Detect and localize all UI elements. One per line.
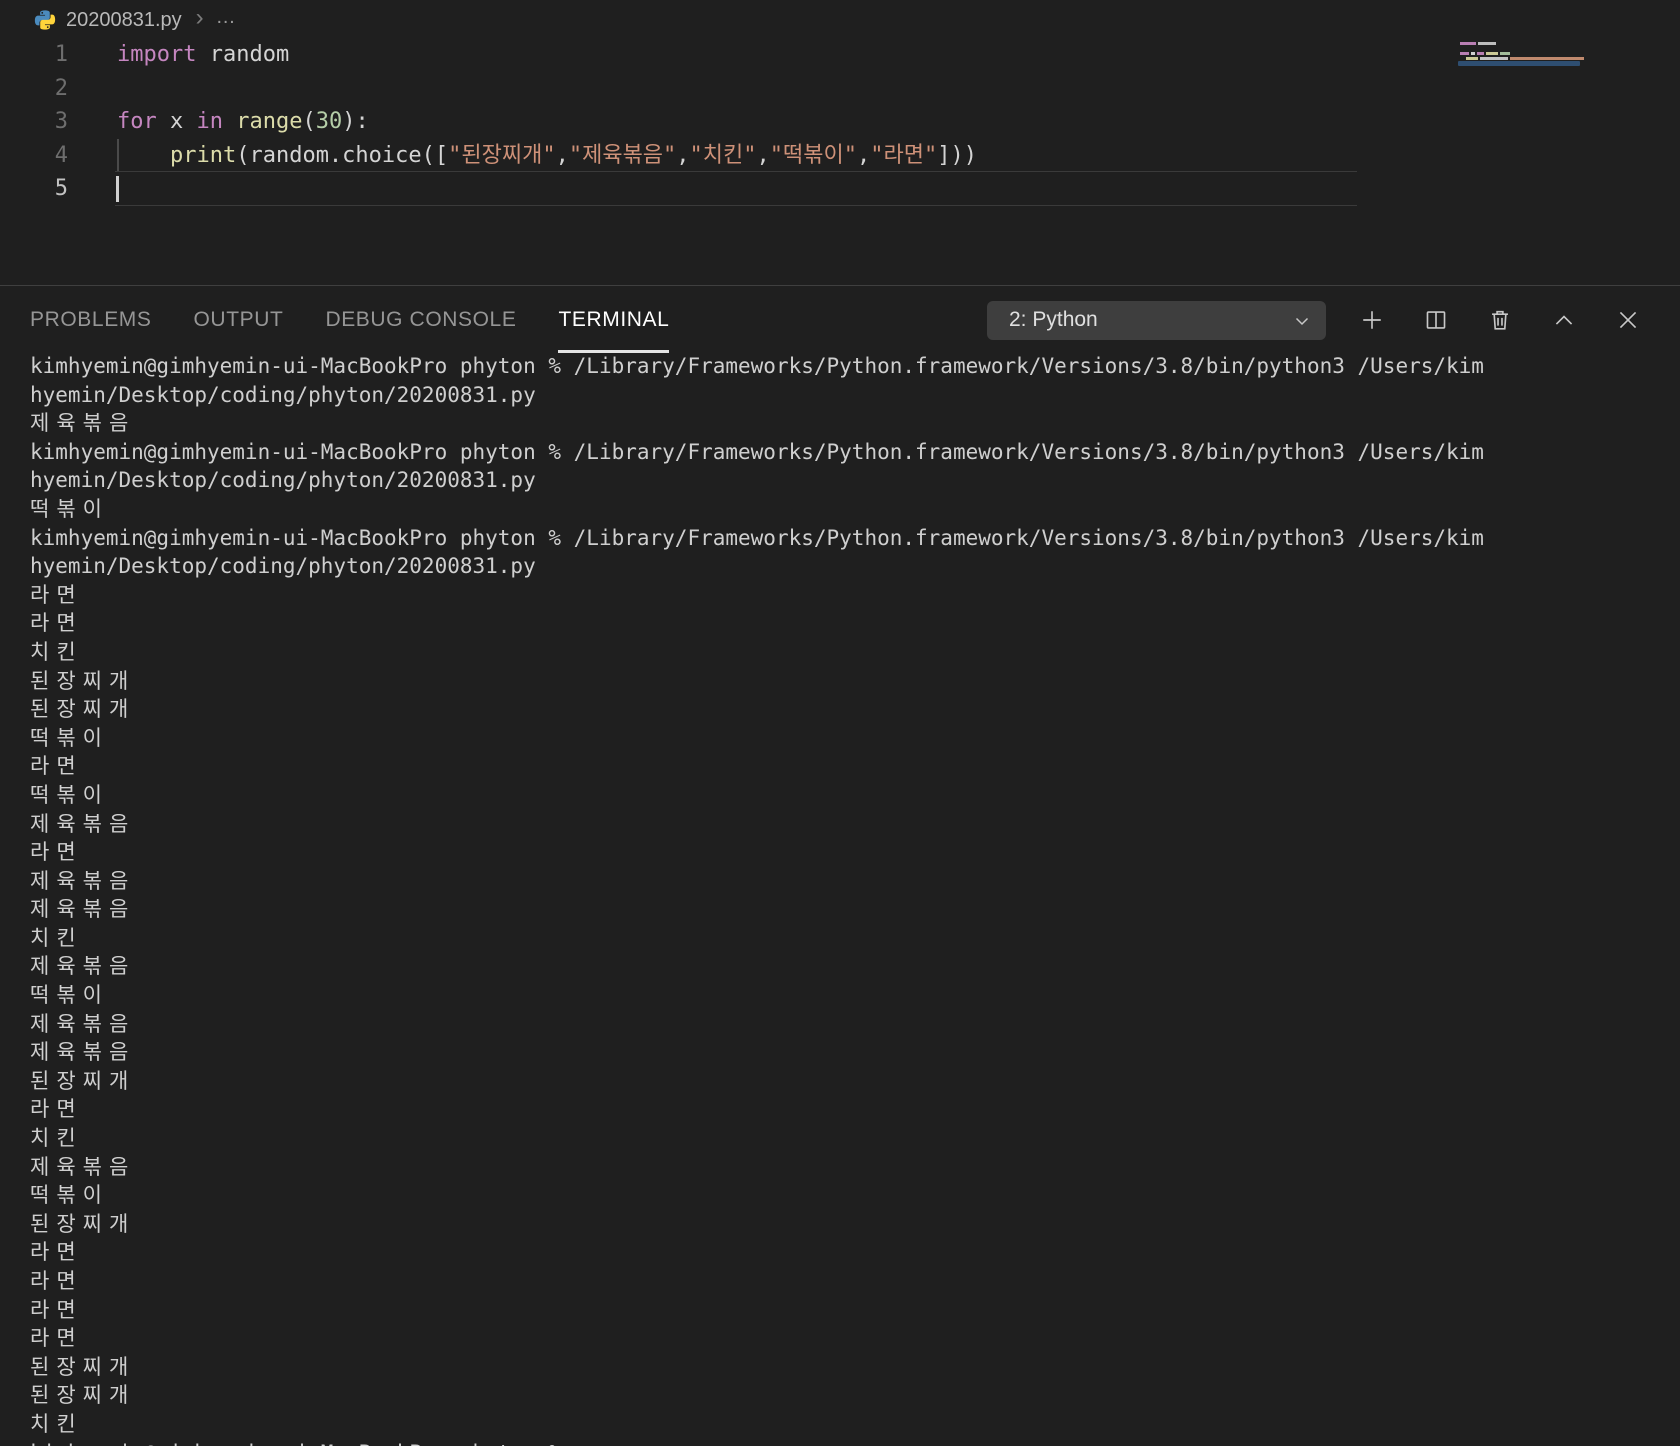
- terminal-output-line: 라면: [30, 1240, 83, 1265]
- breadcrumb: 20200831.py › …: [34, 5, 238, 35]
- terminal-output-line: 떡볶이: [30, 1183, 109, 1208]
- terminal-picker-value: 2: Python: [1009, 307, 1098, 331]
- tab-terminal[interactable]: TERMINAL: [558, 286, 670, 353]
- tab-output[interactable]: OUTPUT: [194, 286, 284, 353]
- line-number: 3: [54, 109, 68, 135]
- minimap[interactable]: [1458, 38, 1584, 82]
- terminal-output-line: 제육볶음: [30, 1011, 136, 1036]
- terminal-output-line: 라면: [30, 582, 83, 607]
- terminal-output-line: 라면: [30, 1297, 83, 1322]
- terminal-output-line: 떡볶이: [30, 725, 109, 750]
- plus-icon: [1358, 306, 1386, 334]
- minimap-line: [1460, 42, 1496, 45]
- code-text: for x in range(30):: [117, 109, 369, 135]
- breadcrumb-symbol-ellipsis[interactable]: …: [216, 6, 238, 35]
- close-panel-button[interactable]: [1602, 298, 1654, 342]
- minimap-line: [1466, 57, 1584, 60]
- line-number: 1: [54, 42, 68, 67]
- code-line[interactable]: 4 print(random.choice(["된장찌개","제육볶음","치킨…: [0, 138, 1680, 173]
- code-line[interactable]: 5: [0, 171, 1680, 206]
- tab-debug-console[interactable]: DEBUG CONSOLE: [325, 286, 516, 353]
- terminal-output-line: 된장찌개: [30, 697, 136, 722]
- terminal-output-line: 제육볶음: [30, 411, 136, 436]
- terminal-output-line: 치킨: [30, 1126, 83, 1151]
- terminal-output-line: 제육볶음: [30, 811, 136, 836]
- terminal-output-line: 제육볶음: [30, 1040, 136, 1065]
- terminal-output-line: 라면: [30, 754, 83, 779]
- close-icon: [1614, 306, 1642, 334]
- terminal-output-line: 제육볶음: [30, 954, 136, 979]
- terminal-output-line: 된장찌개: [30, 1383, 136, 1408]
- terminal-output-line: 라면: [30, 840, 83, 865]
- text-cursor: [116, 176, 119, 203]
- terminal-output-line: 라면: [30, 1097, 83, 1122]
- new-terminal-button[interactable]: [1346, 298, 1398, 342]
- panel-header: PROBLEMS OUTPUT DEBUG CONSOLE TERMINAL 2: P…: [0, 286, 1680, 353]
- trash-icon: [1486, 306, 1514, 334]
- code-area[interactable]: 1 import random 2 3 for x in range(30): 4 pri…: [0, 38, 1680, 206]
- panel-tabs: PROBLEMS OUTPUT DEBUG CONSOLE TERMINAL: [30, 286, 670, 353]
- terminal-output-line: 라면: [30, 1269, 83, 1293]
- split-terminal-icon: [1422, 306, 1450, 334]
- minimap-line: [1460, 52, 1510, 55]
- line-number: 5: [54, 176, 68, 202]
- terminal-output-line: 치킨: [30, 639, 83, 664]
- code-text: import random: [117, 42, 290, 67]
- terminal-output-line: 라면: [30, 611, 83, 636]
- line-number: 4: [54, 142, 68, 168]
- current-line-highlight: [115, 171, 1357, 206]
- breadcrumb-file[interactable]: 20200831.py: [66, 9, 182, 32]
- terminal-output-line: 된장찌개: [30, 668, 136, 693]
- chevron-right-icon: ›: [195, 4, 204, 31]
- terminal-output[interactable]: kimhyemin@gimhyemin-ui-MacBookPro phyton…: [0, 352, 1680, 1446]
- terminal-picker[interactable]: 2: Python: [987, 301, 1326, 340]
- terminal-command-line: kimhyemin@gimhyemin-ui-MacBookPro phyton…: [30, 525, 1484, 550]
- terminal-output-line: 라면: [30, 1326, 83, 1351]
- code-line[interactable]: 3 for x in range(30):: [0, 105, 1680, 139]
- split-terminal-button[interactable]: [1410, 298, 1462, 342]
- code-text: print(random.choice(["된장찌개","제육볶음","치킨",…: [169, 142, 977, 168]
- python-icon: [34, 9, 56, 31]
- code-line[interactable]: 2: [0, 72, 1680, 106]
- terminal-command-line: hyemin/Desktop/coding/phyton/20200831.py: [30, 468, 536, 493]
- terminal-output-line: 된장찌개: [30, 1068, 136, 1093]
- minimap-current-line-highlight: [1458, 61, 1580, 66]
- chevron-down-icon: [1290, 309, 1314, 333]
- terminal-command-line: hyemin/Desktop/coding/phyton/20200831.py: [30, 554, 536, 579]
- terminal-command-line: hyemin/Desktop/coding/phyton/20200831.py: [30, 382, 536, 407]
- line-number: 2: [54, 75, 68, 101]
- terminal-command-line: kimhyemin@gimhyemin-ui-MacBookPro phyton…: [30, 354, 1484, 378]
- panel-actions: [1346, 286, 1666, 353]
- terminal-output-line: 치킨: [30, 925, 83, 950]
- terminal-output-line: 제육볶음: [30, 868, 136, 893]
- terminal-output-line: 치킨: [30, 1411, 83, 1436]
- terminal-output-line: 제육볶음: [30, 897, 136, 922]
- maximize-panel-button[interactable]: [1538, 298, 1590, 342]
- terminal-output-line: 된장찌개: [30, 1211, 136, 1236]
- code-line[interactable]: 1 import random: [0, 38, 1680, 72]
- terminal-output-line: 떡볶이: [30, 496, 109, 521]
- kill-terminal-button[interactable]: [1474, 298, 1526, 342]
- terminal-prompt-partial: kimhyemin@gimhyemin-ui-MacBookPro phyton…: [0, 1439, 1680, 1446]
- terminal-output-line: 제육볶음: [30, 1154, 136, 1179]
- editor-pane: 20200831.py › … 1 import random 2 3 for x in…: [0, 0, 1680, 285]
- terminal-command-line: kimhyemin@gimhyemin-ui-MacBookPro phyton…: [30, 439, 1484, 464]
- terminal-output-line: 된장찌개: [30, 1354, 136, 1379]
- chevron-up-icon: [1550, 306, 1578, 334]
- terminal-output-line: 떡볶이: [30, 782, 109, 807]
- tab-problems[interactable]: PROBLEMS: [30, 286, 152, 353]
- terminal-output-line: 떡볶이: [30, 983, 109, 1008]
